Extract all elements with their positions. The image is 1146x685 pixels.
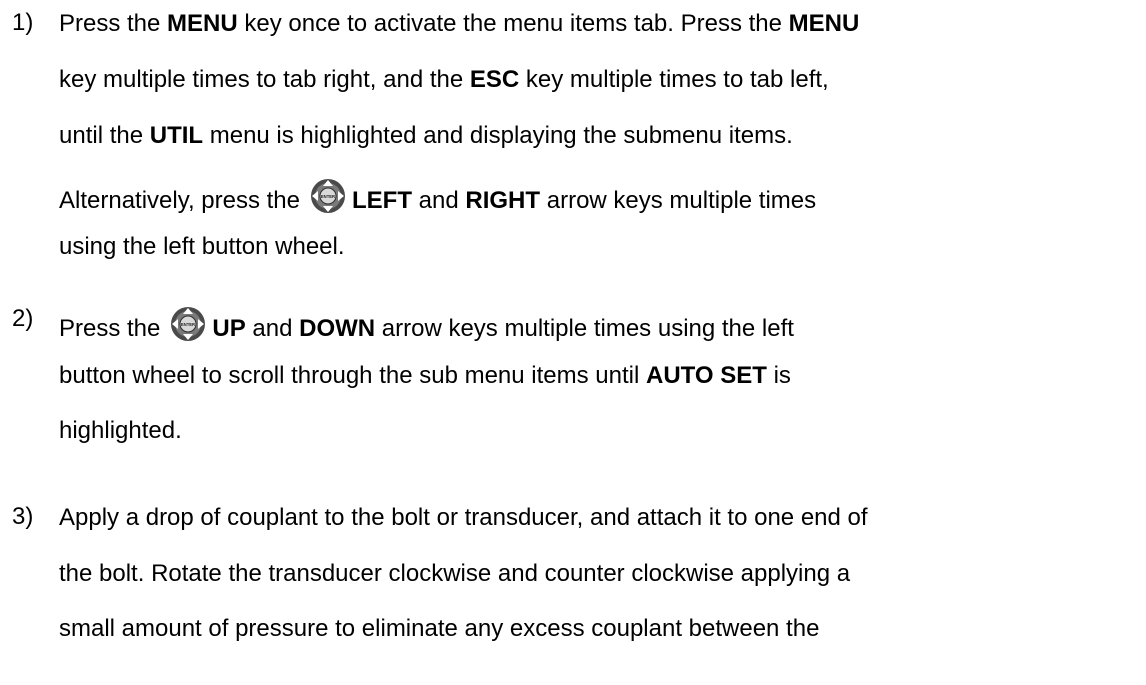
step-number: 2)	[12, 305, 34, 332]
step-1-line-5: using the left button wheel.	[59, 233, 345, 260]
step-number: 1)	[12, 9, 34, 36]
step-1-line-2: key multiple times to tab right, and the…	[59, 66, 829, 93]
step-2-line-1: Press the ENTER UP and DOWN arrow keys mul…	[59, 306, 794, 343]
step-2-line-2: button wheel to scroll through the sub m…	[59, 362, 791, 389]
instruction-document: 1) Press the MENU key once to activate t…	[0, 0, 1146, 685]
auto-set-label: AUTO SET	[646, 362, 767, 389]
right-key-label: RIGHT	[465, 187, 541, 214]
step-1-line-4: Alternatively, press the ENTER LEFT and RI…	[59, 178, 816, 215]
down-key-label: DOWN	[299, 315, 376, 342]
up-key-label: UP	[212, 315, 246, 342]
step-3-line-1: Apply a drop of couplant to the bolt or …	[59, 504, 868, 531]
step-3-line-3: small amount of pressure to eliminate an…	[59, 615, 820, 642]
util-menu-label: UTIL	[149, 122, 204, 149]
step-3-line-2: the bolt. Rotate the transducer clockwis…	[59, 560, 851, 587]
step-number: 3)	[12, 503, 34, 530]
menu-key-label: MENU	[167, 10, 238, 37]
left-key-label: LEFT	[352, 187, 412, 214]
svg-text:ENTER: ENTER	[321, 194, 335, 199]
step-1-line-3: until the UTIL menu is highlighted and d…	[59, 122, 793, 149]
button-wheel-icon: ENTER	[170, 306, 206, 342]
step-2-line-3: highlighted.	[59, 417, 182, 444]
menu-key-label: MENU	[788, 10, 860, 37]
step-1-line-1: Press the MENU key once to activate the …	[59, 10, 860, 37]
svg-text:ENTER: ENTER	[181, 322, 195, 327]
esc-key-label: ESC	[469, 66, 520, 93]
button-wheel-icon: ENTER	[310, 178, 346, 214]
